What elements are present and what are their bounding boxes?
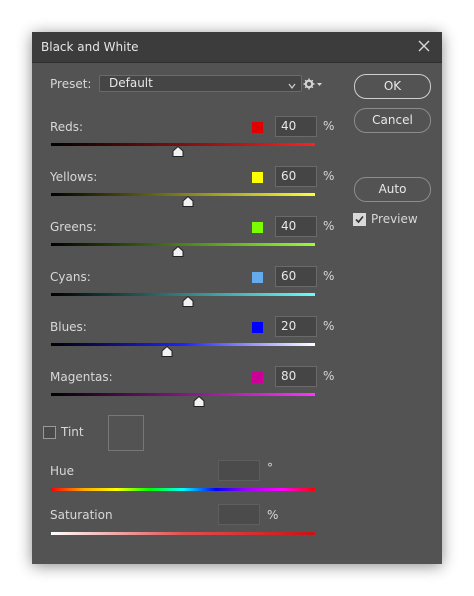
hue-unit: ° (267, 461, 273, 475)
percent-sign: % (323, 369, 335, 383)
slider-label: Cyans: (50, 270, 91, 284)
slider-thumb[interactable] (172, 145, 184, 157)
hue-slider-track[interactable] (51, 488, 315, 491)
preset-label: Preset: (50, 77, 92, 91)
slider-label: Reds: (50, 120, 84, 134)
preset-dropdown[interactable]: Default (99, 75, 302, 92)
preview-label: Preview (371, 212, 418, 226)
slider-track[interactable] (51, 393, 315, 396)
slider-value-input[interactable]: 80 (275, 366, 317, 387)
preview-checkbox[interactable] (353, 213, 366, 226)
slider-label: Yellows: (50, 170, 98, 184)
slider-thumb[interactable] (182, 195, 194, 207)
slider-value-input[interactable]: 20 (275, 316, 317, 337)
tint-color-swatch[interactable] (108, 415, 144, 451)
saturation-unit: % (267, 508, 279, 522)
percent-sign: % (323, 169, 335, 183)
slider-value-input[interactable]: 60 (275, 166, 317, 187)
slider-label: Blues: (50, 320, 87, 334)
preset-value: Default (109, 76, 153, 90)
hue-label: Hue (50, 464, 75, 478)
color-swatch (252, 322, 263, 333)
color-swatch (252, 222, 263, 233)
slider-thumb[interactable] (172, 245, 184, 257)
tint-label: Tint (61, 425, 84, 439)
percent-sign: % (323, 119, 335, 133)
dialog-title: Black and White (41, 40, 139, 54)
gear-icon[interactable] (303, 77, 323, 91)
saturation-label: Saturation (50, 508, 113, 522)
slider-value-input[interactable]: 40 (275, 216, 317, 237)
chevron-down-icon (288, 79, 296, 89)
slider-thumb[interactable] (182, 295, 194, 307)
slider-value-input[interactable]: 40 (275, 116, 317, 137)
saturation-slider-track[interactable] (51, 532, 315, 535)
hue-input[interactable] (218, 460, 260, 481)
saturation-input[interactable] (218, 504, 260, 525)
slider-label: Greens: (50, 220, 97, 234)
slider-value-input[interactable]: 60 (275, 266, 317, 287)
black-and-white-dialog: Black and White Preset: Default OK Cance… (32, 32, 442, 564)
color-swatch (252, 122, 263, 133)
close-icon[interactable] (415, 37, 433, 55)
ok-button[interactable]: OK (354, 74, 431, 99)
slider-thumb[interactable] (193, 395, 205, 407)
color-swatch (252, 372, 263, 383)
tint-checkbox[interactable] (43, 426, 56, 439)
auto-button[interactable]: Auto (354, 177, 431, 202)
color-swatch (252, 172, 263, 183)
percent-sign: % (323, 219, 335, 233)
percent-sign: % (323, 269, 335, 283)
cancel-button[interactable]: Cancel (354, 108, 431, 133)
slider-track[interactable] (51, 343, 315, 346)
slider-thumb[interactable] (161, 345, 173, 357)
slider-label: Magentas: (50, 370, 113, 384)
percent-sign: % (323, 319, 335, 333)
title-bar: Black and White (32, 32, 442, 63)
color-swatch (252, 272, 263, 283)
